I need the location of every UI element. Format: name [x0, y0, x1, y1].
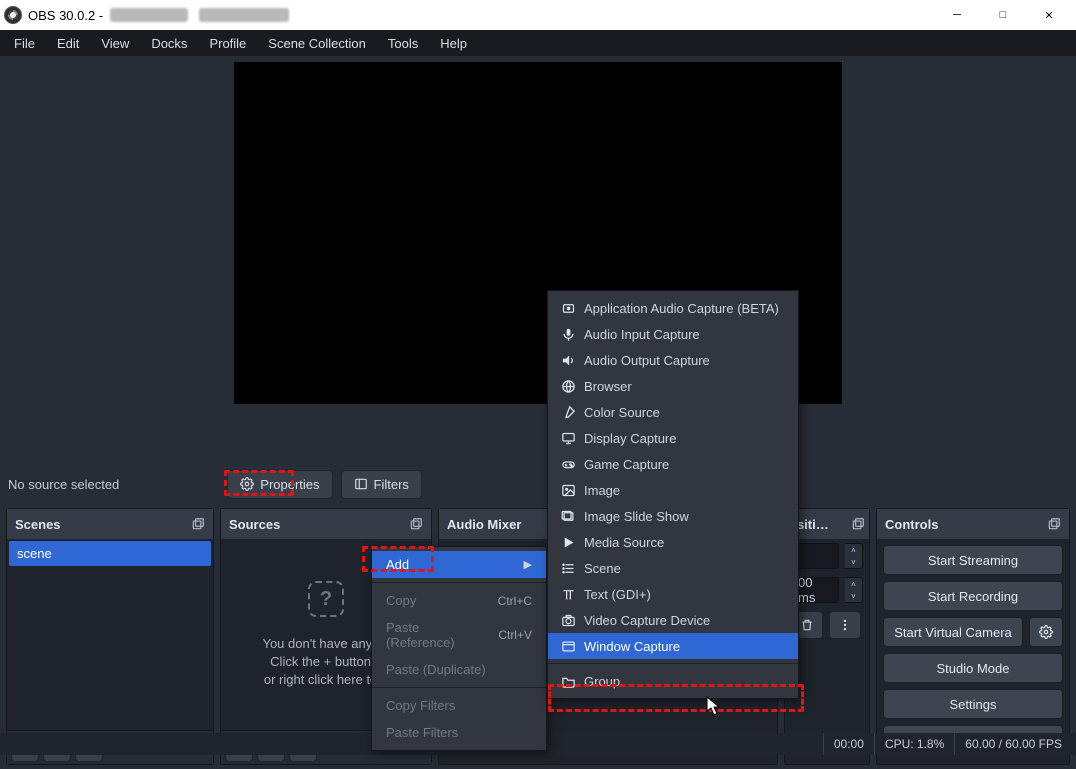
menu-scene-collection[interactable]: Scene Collection	[258, 32, 376, 55]
popout-icon[interactable]	[1047, 517, 1061, 531]
menu-tools[interactable]: Tools	[378, 32, 428, 55]
submenu-audio-input[interactable]: Audio Input Capture	[548, 321, 798, 347]
image-icon	[560, 482, 576, 498]
camera-icon	[560, 612, 576, 628]
submenu-color-source[interactable]: Color Source	[548, 399, 798, 425]
controls-dock: Controls Start Streaming Start Recording…	[876, 508, 1070, 765]
gear-icon	[240, 477, 254, 491]
submenu-audio-output[interactable]: Audio Output Capture	[548, 347, 798, 373]
separator	[372, 582, 546, 583]
filters-label: Filters	[374, 477, 409, 492]
start-recording-button[interactable]: Start Recording	[883, 581, 1063, 611]
virtual-camera-settings-button[interactable]	[1029, 617, 1063, 647]
settings-button[interactable]: Settings	[883, 689, 1063, 719]
submenu-video-capture[interactable]: Video Capture Device	[548, 607, 798, 633]
context-paste-ref: Paste (Reference) Ctrl+V	[372, 614, 546, 656]
properties-button[interactable]: Properties	[227, 470, 332, 499]
slideshow-icon	[560, 508, 576, 524]
folder-icon	[560, 673, 576, 689]
context-add-label: Add	[386, 557, 409, 572]
play-icon	[560, 534, 576, 550]
context-paste-dup: Paste (Duplicate)	[372, 656, 546, 683]
submenu-group[interactable]: Group	[548, 668, 798, 694]
submenu-image-slideshow[interactable]: Image Slide Show	[548, 503, 798, 529]
submenu-media-source[interactable]: Media Source	[548, 529, 798, 555]
submenu-browser[interactable]: Browser	[548, 373, 798, 399]
submenu-arrow-icon: ▶	[524, 558, 532, 571]
mixer-title: Audio Mixer	[447, 517, 521, 532]
controls-header[interactable]: Controls	[877, 509, 1069, 539]
list-icon	[560, 560, 576, 576]
submenu-image[interactable]: Image	[548, 477, 798, 503]
window-minimize-button[interactable]: ─	[934, 0, 980, 30]
status-fps: 60.00 / 60.00 FPS	[954, 733, 1072, 755]
transition-more-button[interactable]	[829, 611, 861, 639]
context-copy: Copy Ctrl+C	[372, 587, 546, 614]
mic-icon	[560, 326, 576, 342]
window-title: OBS 30.0.2 - xxxxxxx xxxxxxxx	[28, 8, 289, 23]
context-paste-filters: Paste Filters	[372, 719, 546, 746]
filters-icon	[354, 477, 368, 491]
window-icon	[560, 638, 576, 654]
app-audio-icon	[560, 300, 576, 316]
submenu-window-capture[interactable]: Window Capture	[548, 633, 798, 659]
scenes-header[interactable]: Scenes	[7, 509, 213, 539]
menu-help[interactable]: Help	[430, 32, 477, 55]
window-titlebar: OBS 30.0.2 - xxxxxxx xxxxxxxx ─ □ ✕	[0, 0, 1076, 30]
scenes-title: Scenes	[15, 517, 61, 532]
menu-file[interactable]: File	[4, 32, 45, 55]
controls-title: Controls	[885, 517, 938, 532]
menu-profile[interactable]: Profile	[199, 32, 256, 55]
menubar: File Edit View Docks Profile Scene Colle…	[0, 30, 1076, 56]
text-icon	[560, 586, 576, 602]
submenu-game-capture[interactable]: Game Capture	[548, 451, 798, 477]
menu-docks[interactable]: Docks	[141, 32, 197, 55]
transition-select-spinner[interactable]: ˄˅	[845, 543, 863, 569]
gamepad-icon	[560, 456, 576, 472]
sources-title: Sources	[229, 517, 280, 532]
globe-icon	[560, 378, 576, 394]
no-source-label: No source selected	[8, 477, 119, 492]
popout-icon[interactable]	[851, 517, 865, 531]
preview-area	[0, 56, 1076, 464]
obs-logo-icon	[4, 6, 22, 24]
sources-context-menu: Add ▶ Copy Ctrl+C Paste (Reference) Ctrl…	[371, 546, 547, 751]
studio-mode-button[interactable]: Studio Mode	[883, 653, 1063, 683]
context-add[interactable]: Add ▶	[372, 551, 546, 578]
blurred-text: xxxxxxx	[110, 8, 188, 22]
submenu-app-audio-capture[interactable]: Application Audio Capture (BETA)	[548, 295, 798, 321]
menu-edit[interactable]: Edit	[47, 32, 89, 55]
window-close-button[interactable]: ✕	[1026, 0, 1072, 30]
speaker-icon	[560, 352, 576, 368]
submenu-scene[interactable]: Scene	[548, 555, 798, 581]
filters-button[interactable]: Filters	[341, 470, 422, 499]
separator	[548, 663, 798, 664]
source-toolbar: No source selected Properties Filters	[0, 464, 1076, 504]
context-copy-filters: Copy Filters	[372, 692, 546, 719]
submenu-display-capture[interactable]: Display Capture	[548, 425, 798, 451]
monitor-icon	[560, 430, 576, 446]
window-maximize-button[interactable]: □	[980, 0, 1026, 30]
submenu-text-gdi[interactable]: Text (GDI+)	[548, 581, 798, 607]
add-source-submenu: Application Audio Capture (BETA) Audio I…	[547, 290, 799, 699]
blurred-text: xxxxxxxx	[199, 8, 289, 22]
start-streaming-button[interactable]: Start Streaming	[883, 545, 1063, 575]
start-virtual-camera-button[interactable]: Start Virtual Camera	[883, 617, 1023, 647]
properties-label: Properties	[260, 477, 319, 492]
transition-duration-spinner[interactable]: ˄˅	[845, 577, 863, 603]
separator	[372, 687, 546, 688]
status-time: 00:00	[823, 733, 874, 755]
scenes-dock: Scenes scene	[6, 508, 214, 765]
sources-header[interactable]: Sources	[221, 509, 431, 539]
question-icon: ?	[308, 581, 344, 617]
menu-view[interactable]: View	[91, 32, 139, 55]
status-cpu: CPU: 1.8%	[874, 733, 954, 755]
popout-icon[interactable]	[409, 517, 423, 531]
scene-item[interactable]: scene	[9, 541, 211, 566]
popout-icon[interactable]	[191, 517, 205, 531]
brush-icon	[560, 404, 576, 420]
